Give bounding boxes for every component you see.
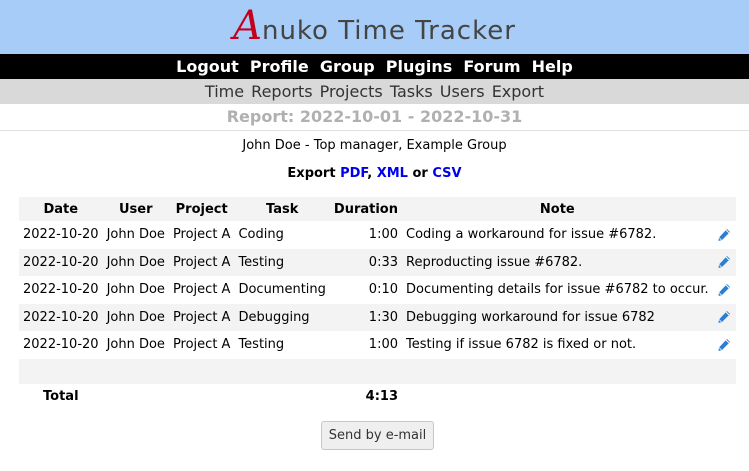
export-csv-link[interactable]: CSV [432,166,461,181]
cell-project: Project A [168,221,235,249]
export-pdf-link[interactable]: PDF [340,166,367,181]
export-xml-link[interactable]: XML [377,166,408,181]
cell-duration: 1:00 [329,331,402,359]
submenu-time[interactable]: Time [205,82,244,101]
pencil-icon[interactable] [717,338,731,352]
edit-cell [712,221,736,249]
cell-duration: 1:30 [329,303,402,331]
app-header: Anuko Time Tracker [0,0,749,54]
cell-task: Documenting [234,276,330,304]
cell-project: Project A [168,303,235,331]
submenu-projects[interactable]: Projects [320,82,383,101]
cell-date: 2022-10-20 [19,331,103,359]
report-user-line: John Doe - Top manager, Example Group [242,138,507,153]
app-logo[interactable]: Anuko Time Tracker [0,0,749,54]
pencil-icon[interactable] [717,283,731,297]
pencil-icon[interactable] [717,310,731,324]
edit-cell [712,248,736,276]
column-header-duration: Duration [329,197,402,221]
table-row: 2022-10-20 John Doe Project A Testing 1:… [19,331,736,359]
submenu-export[interactable]: Export [492,82,544,101]
menu-help[interactable]: Help [532,57,573,76]
cell-task: Testing [234,331,330,359]
column-header-date: Date [19,197,103,221]
cell-note: Documenting details for issue #6782 to o… [402,276,713,304]
menu-logout[interactable]: Logout [176,57,239,76]
submenu-users[interactable]: Users [440,82,485,101]
menu-plugins[interactable]: Plugins [386,57,452,76]
export-label: Export [287,166,336,181]
sub-menu: Time Reports Projects Tasks Users Export [0,79,749,104]
cell-user: John Doe [102,331,169,359]
cell-duration: 0:33 [329,248,402,276]
cell-user: John Doe [102,221,169,249]
divider [0,130,749,131]
table-row: 2022-10-20 John Doe Project A Testing 0:… [19,248,736,276]
table-header-row: Date User Project Task Duration Note [19,197,736,221]
page-title: Report: 2022-10-01 - 2022-10-31 [226,107,523,126]
cell-date: 2022-10-20 [19,221,103,249]
cell-note: Coding a workaround for issue #6782. [402,221,713,249]
cell-duration: 0:10 [329,276,402,304]
cell-note: Reproducting issue #6782. [402,248,713,276]
cell-project: Project A [168,248,235,276]
submenu-tasks[interactable]: Tasks [390,82,433,101]
column-header-user: User [102,197,169,221]
table-spacer-row [19,358,736,384]
cell-task: Coding [234,221,330,249]
export-separator: , [367,166,373,181]
cell-note: Testing if issue 6782 is fixed or not. [402,331,713,359]
total-label: Total [19,383,103,410]
table-row: 2022-10-20 John Doe Project A Coding 1:0… [19,221,736,249]
report-table: Date User Project Task Duration Note 202… [19,197,736,410]
column-header-edit [712,197,736,221]
cell-date: 2022-10-20 [19,276,103,304]
table-row: 2022-10-20 John Doe Project A Debugging … [19,303,736,331]
logo-text: nuko Time Tracker [261,16,516,46]
edit-cell [712,331,736,359]
total-duration: 4:13 [329,383,402,410]
menu-forum[interactable]: Forum [463,57,520,76]
cell-user: John Doe [102,276,169,304]
column-header-project: Project [168,197,235,221]
column-header-task: Task [234,197,330,221]
cell-date: 2022-10-20 [19,248,103,276]
cell-user: John Doe [102,303,169,331]
pencil-icon[interactable] [717,228,731,242]
cell-project: Project A [168,331,235,359]
export-line: Export PDF, XML or CSV [0,165,749,183]
submenu-reports[interactable]: Reports [251,82,312,101]
send-by-email-button[interactable]: Send by e-mail [321,421,434,450]
top-menu: Logout Profile Group Plugins Forum Help [0,54,749,79]
cell-note: Debugging workaround for issue 6782 [402,303,713,331]
table-total-row: Total 4:13 [19,383,736,410]
cell-user: John Doe [102,248,169,276]
logo-first-letter: A [233,3,262,49]
cell-task: Debugging [234,303,330,331]
pencil-icon[interactable] [717,255,731,269]
cell-date: 2022-10-20 [19,303,103,331]
cell-project: Project A [168,276,235,304]
table-row: 2022-10-20 John Doe Project A Documentin… [19,276,736,304]
cell-task: Testing [234,248,330,276]
edit-cell [712,303,736,331]
cell-duration: 1:00 [329,221,402,249]
column-header-note: Note [402,197,713,221]
export-or: or [412,166,428,181]
menu-profile[interactable]: Profile [250,57,309,76]
edit-cell [712,276,736,304]
menu-group[interactable]: Group [320,57,375,76]
